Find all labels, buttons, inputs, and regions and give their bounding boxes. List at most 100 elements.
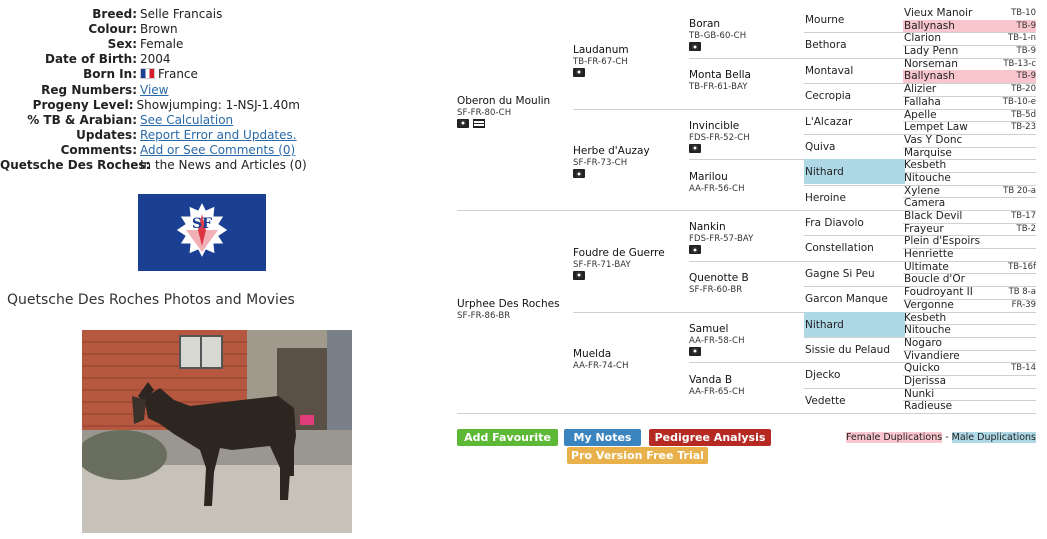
camera-icon[interactable]: [689, 143, 701, 153]
gen4-horse-name[interactable]: Heroine: [804, 185, 905, 210]
gen5-horse-row[interactable]: Camera: [903, 197, 1036, 210]
gen5-horse-row[interactable]: Vieux Manoir TB-10: [903, 7, 1036, 20]
gen5-horse-row[interactable]: Lady Penn TB-9: [903, 45, 1036, 58]
gen5-horse-class: TB 8-a: [1008, 287, 1036, 298]
horse-photo[interactable]: [82, 330, 352, 533]
gen4-horse-name[interactable]: Nithard: [804, 312, 905, 337]
gen5-horse-row[interactable]: Norseman TB-13-c: [903, 58, 1036, 71]
gen5-horse-class: TB-10: [1011, 8, 1036, 18]
gen4-horse-name[interactable]: Cecropia: [804, 83, 905, 108]
gen5-horse-row[interactable]: Clarion TB-1-n: [903, 32, 1036, 45]
gen2-horse-name[interactable]: Foudre de Guerre: [573, 247, 665, 259]
gen5-horse-class: TB 20-a: [1003, 185, 1036, 196]
gen5-horse-row[interactable]: Djerissa: [903, 375, 1036, 388]
gen5-horse-row[interactable]: Nitouche: [903, 324, 1036, 337]
colour-label: Colour:: [88, 22, 137, 37]
gen5-horse-row[interactable]: Alizier TB-20: [903, 83, 1036, 96]
pedigree-analysis-button[interactable]: Pedigree Analysis: [649, 429, 771, 446]
gen4-horse-name[interactable]: Montaval: [804, 58, 905, 83]
report-error-link[interactable]: Report Error and Updates.: [140, 128, 297, 142]
gen3-horse-name[interactable]: Marilou: [689, 171, 728, 183]
gen5-horse-row[interactable]: Vergonne FR-39: [903, 299, 1036, 312]
dob-label: Date of Birth:: [44, 52, 137, 67]
gen5-horse-row[interactable]: Nogaro: [903, 337, 1036, 350]
gen5-horse-row[interactable]: Frayeur TB-2: [903, 223, 1036, 236]
duplication-legend: Female Duplications - Male Duplications: [845, 432, 1036, 443]
gen5-horse-row[interactable]: Henriette: [903, 248, 1036, 261]
gen3-horse-name[interactable]: Vanda B: [689, 374, 732, 386]
gen5-horse-row[interactable]: Kesbeth: [903, 312, 1036, 325]
gen5-horse-row[interactable]: Nitouche: [903, 172, 1036, 185]
gen3-horse-reg: FDS-FR-57-BAY: [689, 234, 754, 245]
gen3-horse-name[interactable]: Boran: [689, 18, 720, 30]
gen4-horse-name[interactable]: Nithard: [804, 159, 905, 184]
gen3-horse-name[interactable]: Invincible: [689, 120, 739, 132]
breed-row: Breed: Selle Francais: [0, 7, 300, 22]
gen5-horse-row[interactable]: Ultimate TB-16f: [903, 261, 1036, 274]
gen5-horse-row[interactable]: Vas Y Donc: [903, 134, 1036, 147]
gen5-horse-row[interactable]: Vivandiere: [903, 350, 1036, 363]
my-notes-button[interactable]: My Notes: [564, 429, 641, 446]
gen5-horse-name: Xylene: [904, 184, 940, 197]
gen5-horse-row[interactable]: Foudroyant II TB 8-a: [903, 286, 1036, 299]
gen5-horse-row[interactable]: Radieuse: [903, 400, 1036, 413]
gen3-horse-name[interactable]: Monta Bella: [689, 69, 751, 81]
breed-label: Breed:: [92, 7, 137, 22]
gen5-horse-row[interactable]: Kesbeth: [903, 159, 1036, 172]
comments-link[interactable]: Add or See Comments (0): [140, 143, 295, 157]
gen4-horse-name[interactable]: Bethora: [804, 32, 905, 57]
see-calculation-link[interactable]: See Calculation: [140, 113, 233, 127]
logo-text: SF: [192, 216, 212, 232]
reg-row: Reg Numbers: View: [0, 82, 300, 97]
gen3-horse-name[interactable]: Quenotte B: [689, 272, 749, 284]
gen5-horse-row[interactable]: Fallaha TB-10-e: [903, 96, 1036, 109]
camera-icon[interactable]: [689, 346, 701, 356]
gen2-horse-name[interactable]: Laudanum: [573, 44, 629, 56]
add-favourite-button[interactable]: Add Favourite: [457, 429, 558, 446]
gen5-horse-row[interactable]: Boucle d'Or: [903, 273, 1036, 286]
gen5-horse-row[interactable]: Ballynash TB-9: [903, 19, 1036, 33]
gen5-horse-name: Djerissa: [904, 374, 947, 387]
gen3-horse-name[interactable]: Samuel: [689, 323, 728, 335]
gen5-horse-name: Quicko: [904, 362, 940, 375]
camera-icon[interactable]: [457, 118, 469, 128]
gen5-horse-row[interactable]: Quicko TB-14: [903, 362, 1036, 375]
pro-version-trial-button[interactable]: Pro Version Free Trial: [567, 447, 708, 464]
reg-numbers-link[interactable]: View: [140, 83, 168, 97]
gen4-horse-name[interactable]: Mourne: [804, 7, 905, 32]
updates-value: Report Error and Updates.: [140, 128, 300, 143]
camera-icon[interactable]: [573, 67, 585, 77]
updates-label: Updates:: [76, 127, 137, 142]
gen5-horse-name: Ultimate: [904, 260, 949, 273]
pedigree-table: Oberon du Moulin SF-FR-80-CH Urphee Des Ro…: [457, 7, 1036, 414]
gen3-horse-name[interactable]: Nankin: [689, 221, 726, 233]
gen1-horse-name[interactable]: Oberon du Moulin: [457, 95, 550, 107]
gen4-horse-name[interactable]: Djecko: [804, 362, 905, 387]
gen4-horse-name[interactable]: Gagne Si Peu: [804, 261, 905, 286]
gen4-horse-name[interactable]: Garcon Manque: [804, 286, 905, 311]
gen4-horse-name[interactable]: L'Alcazar: [804, 109, 905, 134]
gen5-horse-row[interactable]: Black Devil TB-17: [903, 210, 1036, 223]
gen4-horse-name[interactable]: Constellation: [804, 235, 905, 260]
gen5-horse-row[interactable]: Plein d'Espoirs: [903, 235, 1036, 248]
gen5-horse-row[interactable]: Nunki: [903, 388, 1036, 401]
gen4-horse-name[interactable]: Quiva: [804, 134, 905, 159]
gen5-horse-row[interactable]: Marquise: [903, 147, 1036, 160]
gen5-horse-row[interactable]: Xylene TB 20-a: [903, 185, 1036, 198]
gen5-horse-row[interactable]: Ballynash TB-9: [903, 70, 1036, 84]
camera-icon[interactable]: [573, 169, 585, 179]
gen4-horse-name[interactable]: Sissie du Pelaud: [804, 337, 905, 362]
camera-icon[interactable]: [689, 245, 701, 255]
gen2-horse-name[interactable]: Herbe d'Auzay: [573, 145, 650, 157]
gen1-horse-name[interactable]: Urphee Des Roches: [457, 298, 560, 310]
camera-icon[interactable]: [689, 42, 701, 52]
gen4-horse-name[interactable]: Fra Diavolo: [804, 210, 905, 235]
gen2-horse-name[interactable]: Muelda: [573, 348, 611, 360]
gen4-horse-name[interactable]: Vedette: [804, 388, 905, 413]
movie-icon[interactable]: [473, 118, 485, 128]
gen5-horse-row[interactable]: Apelle TB-5d: [903, 109, 1036, 122]
selle-francais-logo-icon: SF: [175, 200, 229, 259]
camera-icon[interactable]: [573, 270, 585, 280]
gen5-horse-row[interactable]: Lempet Law TB-23: [903, 121, 1036, 134]
pedigree-divider: [457, 413, 1036, 414]
